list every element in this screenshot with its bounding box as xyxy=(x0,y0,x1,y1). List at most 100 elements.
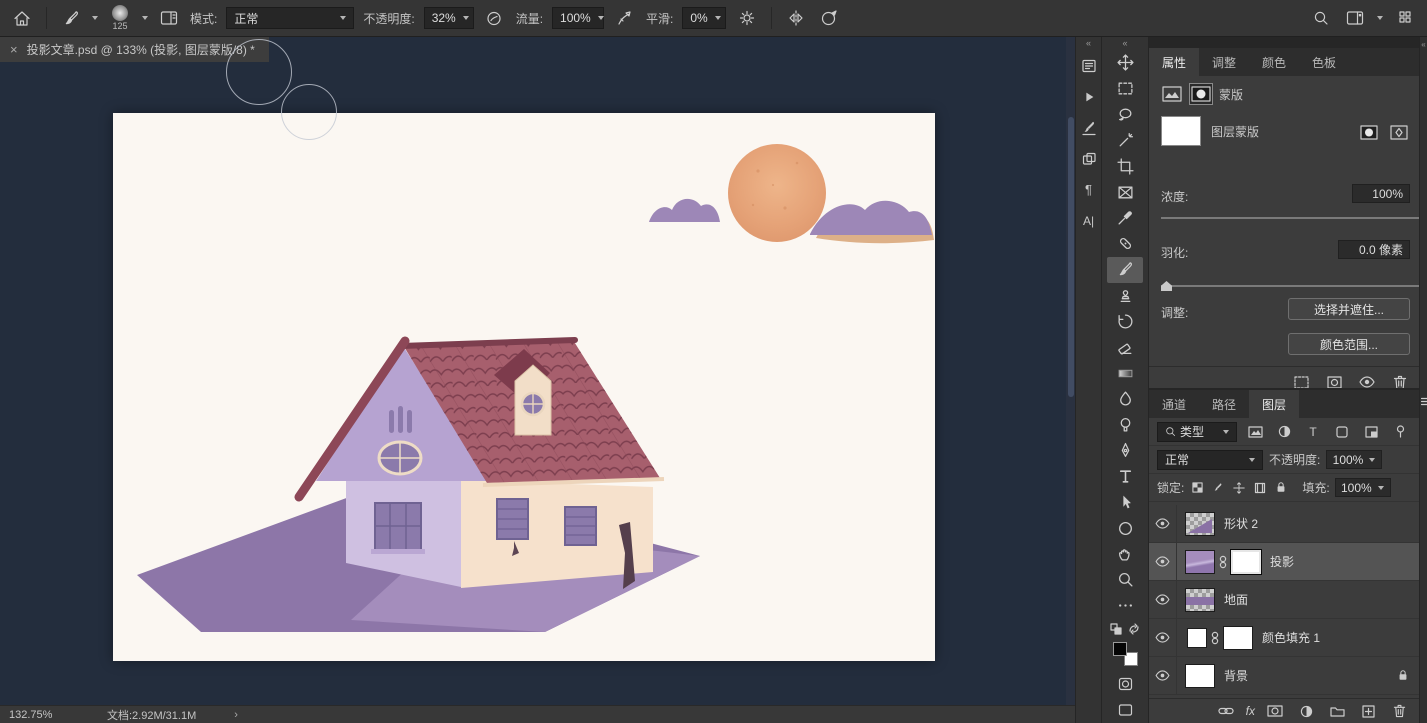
layer-name[interactable]: 形状 2 xyxy=(1224,515,1258,532)
canvas-vertical-scrollbar[interactable] xyxy=(1066,37,1075,705)
airbrush-icon[interactable] xyxy=(613,5,637,31)
lock-all-icon[interactable] xyxy=(1273,478,1289,498)
tool-history-brush[interactable] xyxy=(1107,308,1143,334)
pressure-size-icon[interactable] xyxy=(817,5,841,31)
layer-thumbnail[interactable] xyxy=(1185,550,1215,574)
layer-row-ground[interactable]: 地面 xyxy=(1149,581,1419,619)
quick-mask-icon[interactable] xyxy=(1107,671,1143,697)
filter-shape-layers-icon[interactable] xyxy=(1331,422,1353,442)
layer-fill-field[interactable]: 100% xyxy=(1335,478,1391,497)
lock-pixels-icon[interactable] xyxy=(1210,478,1226,498)
tab-paths[interactable]: 路径 xyxy=(1199,390,1249,418)
brush-settings-panel-toggle-icon[interactable] xyxy=(157,5,181,31)
tool-lasso[interactable] xyxy=(1107,102,1143,128)
default-colors-icon[interactable] xyxy=(1110,623,1122,635)
visibility-eye-icon[interactable] xyxy=(1149,581,1177,618)
tool-marquee[interactable] xyxy=(1107,76,1143,102)
tab-color[interactable]: 颜色 xyxy=(1249,48,1299,76)
opacity-select[interactable]: 32% xyxy=(424,7,474,29)
tool-gradient[interactable] xyxy=(1107,360,1143,386)
brush-preset-caret[interactable] xyxy=(142,16,148,20)
tool-crop[interactable] xyxy=(1107,153,1143,179)
status-chevron-icon[interactable]: › xyxy=(234,709,238,721)
collapse-toolbar-icon[interactable]: « xyxy=(1102,37,1148,50)
brush-settings-panel-icon[interactable] xyxy=(1077,112,1101,143)
layer-row-shadow[interactable]: 投影 xyxy=(1149,543,1419,581)
lock-artboard-icon[interactable] xyxy=(1252,478,1268,498)
smoothing-options-gear-icon[interactable] xyxy=(735,5,759,31)
blend-mode-select[interactable]: 正常 xyxy=(226,7,354,29)
tool-ellipse[interactable] xyxy=(1107,515,1143,541)
tab-swatches[interactable]: 色板 xyxy=(1299,48,1349,76)
feather-field[interactable]: 0.0 像素 xyxy=(1338,240,1410,259)
character-panel-icon[interactable]: A| xyxy=(1077,205,1101,236)
tab-adjustments[interactable]: 调整 xyxy=(1199,48,1249,76)
tool-path-selection[interactable] xyxy=(1107,489,1143,515)
feather-slider-handle[interactable] xyxy=(1161,281,1172,291)
symmetry-icon[interactable] xyxy=(784,5,808,31)
layer-name[interactable]: 投影 xyxy=(1270,553,1294,570)
search-icon[interactable] xyxy=(1309,5,1333,31)
close-tab-icon[interactable]: × xyxy=(10,42,18,57)
visibility-eye-icon[interactable] xyxy=(1149,505,1177,542)
filter-smart-object-icon[interactable] xyxy=(1360,422,1382,442)
pressure-opacity-icon[interactable] xyxy=(483,5,507,31)
clone-source-panel-icon[interactable] xyxy=(1077,143,1101,174)
new-group-folder-icon[interactable] xyxy=(1326,701,1348,721)
color-range-button[interactable]: 颜色范围... xyxy=(1288,333,1410,355)
lock-position-icon[interactable] xyxy=(1231,478,1247,498)
workspace-icon[interactable] xyxy=(1343,5,1367,31)
add-pixel-mask-icon[interactable] xyxy=(1358,122,1380,142)
filter-adjustment-layers-icon[interactable] xyxy=(1273,422,1295,442)
tool-move[interactable] xyxy=(1107,50,1143,76)
scrollbar-thumb[interactable] xyxy=(1068,117,1074,397)
tool-eyedropper[interactable] xyxy=(1107,205,1143,231)
tool-healing-brush[interactable] xyxy=(1107,231,1143,257)
tool-brush[interactable] xyxy=(1107,257,1143,283)
filter-pixel-layers-icon[interactable] xyxy=(1244,422,1266,442)
lock-transparency-icon[interactable] xyxy=(1189,478,1205,498)
color-swatches[interactable] xyxy=(1112,641,1139,668)
layer-name[interactable]: 地面 xyxy=(1224,591,1248,608)
layer-thumbnail[interactable] xyxy=(1185,664,1215,688)
tool-pen[interactable] xyxy=(1107,438,1143,464)
layer-mask-thumbnail-selected[interactable] xyxy=(1231,550,1261,574)
add-layer-mask-icon[interactable] xyxy=(1264,701,1286,721)
layer-filter-select[interactable]: 类型 xyxy=(1157,422,1237,442)
pixel-layer-icon[interactable] xyxy=(1161,84,1183,104)
link-layers-icon[interactable] xyxy=(1215,701,1237,721)
visibility-eye-icon[interactable] xyxy=(1149,543,1177,580)
tab-channels[interactable]: 通道 xyxy=(1149,390,1199,418)
layer-name[interactable]: 背景 xyxy=(1224,667,1248,684)
screen-mode-icon[interactable] xyxy=(1107,697,1143,723)
new-adjustment-layer-icon[interactable] xyxy=(1295,701,1317,721)
brush-preset-picker[interactable]: 125 xyxy=(107,5,133,31)
collapse-panels-icon[interactable]: « xyxy=(1076,37,1101,50)
fill-swatch-thumbnail[interactable] xyxy=(1187,628,1207,648)
tool-quick-selection[interactable] xyxy=(1107,128,1143,154)
layer-row-shape2[interactable]: 形状 2 xyxy=(1149,505,1419,543)
tool-type[interactable] xyxy=(1107,464,1143,490)
select-and-mask-button[interactable]: 选择并遮住... xyxy=(1288,298,1410,320)
dock-grid-icon[interactable] xyxy=(1393,5,1417,31)
delete-layer-trash-icon[interactable] xyxy=(1388,701,1410,721)
document-page[interactable] xyxy=(113,113,935,661)
layer-row-background[interactable]: 背景 xyxy=(1149,657,1419,695)
visibility-eye-icon[interactable] xyxy=(1149,657,1177,694)
tool-eraser[interactable] xyxy=(1107,334,1143,360)
foreground-color-swatch[interactable] xyxy=(1113,642,1127,656)
tool-zoom[interactable] xyxy=(1107,567,1143,593)
tool-hand[interactable] xyxy=(1107,541,1143,567)
mask-properties-icon[interactable] xyxy=(1190,84,1212,104)
feather-slider-track[interactable] xyxy=(1161,285,1427,287)
layer-row-colorfill[interactable]: 颜色填充 1 xyxy=(1149,619,1419,657)
density-field[interactable]: 100% xyxy=(1352,184,1410,203)
tool-clone-stamp[interactable] xyxy=(1107,283,1143,309)
canvas-area[interactable]: × 投影文章.psd @ 133% (投影, 图层蒙版/8) * xyxy=(0,37,1075,723)
layer-mask-thumbnail[interactable] xyxy=(1223,626,1253,650)
tab-layers[interactable]: 图层 xyxy=(1249,390,1299,418)
layer-thumbnail[interactable] xyxy=(1185,588,1215,612)
layer-mask-thumbnail[interactable] xyxy=(1161,116,1201,146)
brush-tool-caret[interactable] xyxy=(92,16,98,20)
filter-toggle-pin-icon[interactable] xyxy=(1389,422,1411,442)
